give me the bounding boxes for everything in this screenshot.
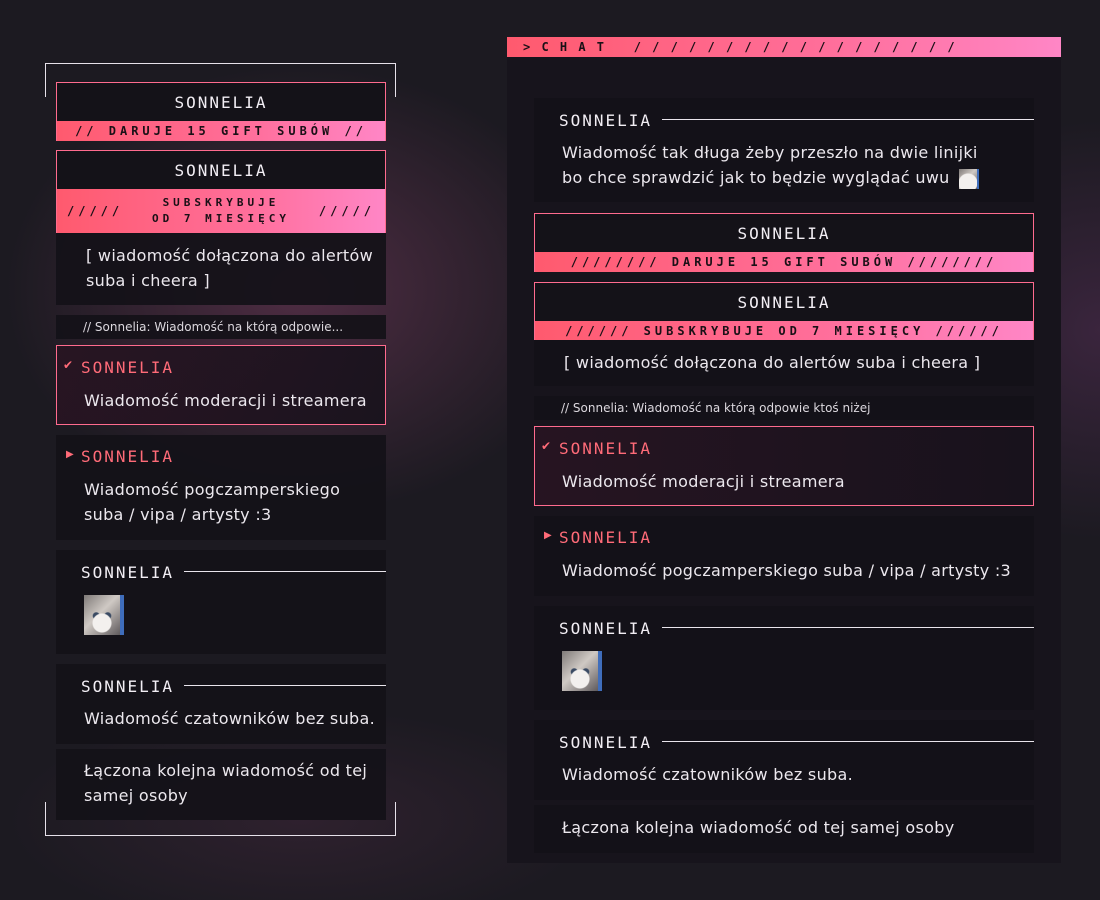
username: SONNELIA (559, 619, 653, 638)
message-text: Wiadomość pogczamperskiego suba / vipa /… (562, 561, 1012, 580)
banner-line-2: OD 7 MIESIĘCY (151, 212, 291, 225)
username: SONNELIA (559, 111, 653, 130)
chat-header: > C H A T / / / / / / / / / / / / / / / … (507, 37, 1061, 57)
username: SONNELIA (737, 224, 831, 243)
username: SONNELIA (559, 439, 653, 458)
subscription-alert: SONNELIA ////// SUBSKRYBUJE OD 7 MIESIĘC… (534, 282, 1034, 340)
message-text: Wiadomość czatowników bez suba. (84, 709, 375, 728)
message-text: Wiadomość moderacji i streamera (562, 472, 845, 491)
message-text: Łączona kolejna wiadomość od tej samej o… (84, 761, 368, 805)
username: SONNELIA (559, 528, 653, 547)
subscription-alert: SONNELIA ///// SUBSKRYBUJE OD 7 MIESIĘCY… (56, 150, 386, 233)
message-text: [ wiadomość dołączona do alertów suba i … (564, 353, 981, 372)
banner-line-1: SUBSKRYBUJE (162, 196, 280, 209)
play-icon: ▶ (66, 449, 74, 460)
play-icon: ▶ (544, 530, 552, 541)
username: SONNELIA (174, 161, 268, 180)
vip-message: ▶ SONNELIA Wiadomość pogczamperskiego su… (534, 516, 1034, 596)
gift-sub-alert: SONNELIA //////// DARUJE 15 GIFT SUBÓW /… (534, 213, 1034, 272)
message-text: Łączona kolejna wiadomość od tej samej o… (562, 818, 955, 837)
username: SONNELIA (81, 563, 175, 582)
emote-message: SONNELIA (534, 606, 1034, 710)
banner-slashes-right: ///// (318, 204, 375, 218)
username: SONNELIA (81, 677, 175, 696)
message-text: Wiadomość tak długa żeby przeszło na dwi… (562, 143, 979, 189)
username: SONNELIA (737, 293, 831, 312)
gift-sub-alert: SONNELIA // DARUJE 15 GIFT SUBÓW // (56, 82, 386, 141)
moderator-message: ✔ SONNELIA Wiadomość moderacji i streame… (56, 345, 386, 425)
username: SONNELIA (559, 733, 653, 752)
message-text: Wiadomość moderacji i streamera (84, 391, 367, 410)
reply-text: // Sonnelia: Wiadomość na którą odpowie.… (83, 320, 344, 334)
reply-text: // Sonnelia: Wiadomość na którą odpowie … (561, 401, 871, 415)
kitten-emote (562, 651, 602, 691)
sword-icon: ✔ (63, 358, 74, 372)
subscription-banner: ///// SUBSKRYBUJE OD 7 MIESIĘCY ///// (57, 189, 385, 233)
banner-slashes-left: ///// (67, 204, 124, 218)
message-text: Wiadomość pogczamperskiego suba / vipa /… (84, 480, 341, 524)
name-divider (184, 685, 386, 686)
emote-message: SONNELIA (56, 550, 386, 654)
followup-message: Łączona kolejna wiadomość od tej samej o… (56, 749, 386, 820)
subscription-banner: ////// SUBSKRYBUJE OD 7 MIESIĘCY ////// (535, 321, 1033, 340)
vip-message: ▶ SONNELIA Wiadomość pogczamperskiego su… (56, 435, 386, 540)
reply-preview[interactable]: // Sonnelia: Wiadomość na którą odpowie … (534, 396, 1034, 420)
chatter-message: SONNELIA Wiadomość czatowników bez suba. (534, 720, 1034, 800)
sword-icon: ✔ (541, 439, 552, 453)
followup-message: Łączona kolejna wiadomość od tej samej o… (534, 805, 1034, 853)
username: SONNELIA (81, 358, 175, 377)
subscription-message: [ wiadomość dołączona do alertów suba i … (56, 233, 386, 305)
chatter-message: SONNELIA Wiadomość czatowników bez suba. (56, 664, 386, 744)
username: SONNELIA (81, 447, 175, 466)
moderator-message: ✔ SONNELIA Wiadomość moderacji i streame… (534, 426, 1034, 506)
kitten-emote (958, 168, 979, 189)
username: SONNELIA (174, 93, 268, 112)
right-chat-panel: > C H A T / / / / / / / / / / / / / / / … (507, 37, 1061, 863)
message-text: [ wiadomość dołączona do alertów suba i … (86, 246, 373, 290)
name-divider (184, 571, 386, 572)
name-divider (662, 741, 1034, 742)
name-divider (662, 627, 1034, 628)
message-text: Wiadomość czatowników bez suba. (562, 765, 853, 784)
gift-banner: // DARUJE 15 GIFT SUBÓW // (57, 121, 385, 141)
subscription-message: [ wiadomość dołączona do alertów suba i … (534, 340, 1034, 386)
name-divider (662, 119, 1034, 120)
reply-preview[interactable]: // Sonnelia: Wiadomość na którą odpowie.… (56, 315, 386, 339)
kitten-emote (84, 595, 124, 635)
long-message: SONNELIA Wiadomość tak długa żeby przesz… (534, 98, 1034, 202)
gift-banner: //////// DARUJE 15 GIFT SUBÓW //////// (535, 252, 1033, 272)
